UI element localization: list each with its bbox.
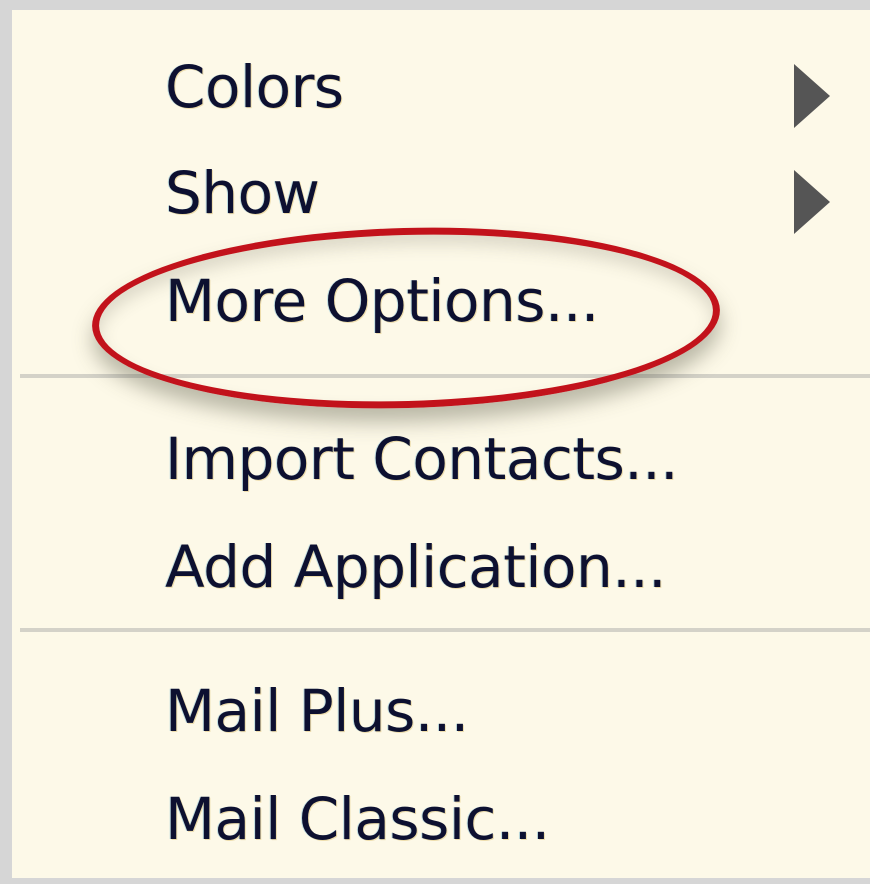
submenu-arrow-icon xyxy=(794,64,830,128)
menu-item-label: Mail Classic... xyxy=(165,785,550,853)
menu-item-label: Add Application... xyxy=(165,533,667,601)
menu-item-more-options[interactable]: More Options... xyxy=(12,254,870,354)
menu-item-mail-classic[interactable]: Mail Classic... xyxy=(12,772,870,872)
menu-item-show[interactable]: Show xyxy=(12,146,870,246)
menu-item-label: Mail Plus... xyxy=(165,677,469,745)
menu-item-add-application[interactable]: Add Application... xyxy=(12,520,870,620)
submenu-arrow-icon xyxy=(794,170,830,234)
menu-item-label: Import Contacts... xyxy=(165,425,679,493)
menu-item-import-contacts[interactable]: Import Contacts... xyxy=(12,412,870,512)
context-menu: Colors Show More Options... Import Conta… xyxy=(0,0,870,884)
menu-item-colors[interactable]: Colors xyxy=(12,40,870,140)
menu-item-label: Colors xyxy=(165,53,344,121)
menu-item-label: More Options... xyxy=(165,267,599,335)
menu-separator xyxy=(20,374,870,378)
menu-item-label: Show xyxy=(165,159,320,227)
menu-item-mail-plus[interactable]: Mail Plus... xyxy=(12,664,870,764)
menu-separator xyxy=(20,628,870,632)
